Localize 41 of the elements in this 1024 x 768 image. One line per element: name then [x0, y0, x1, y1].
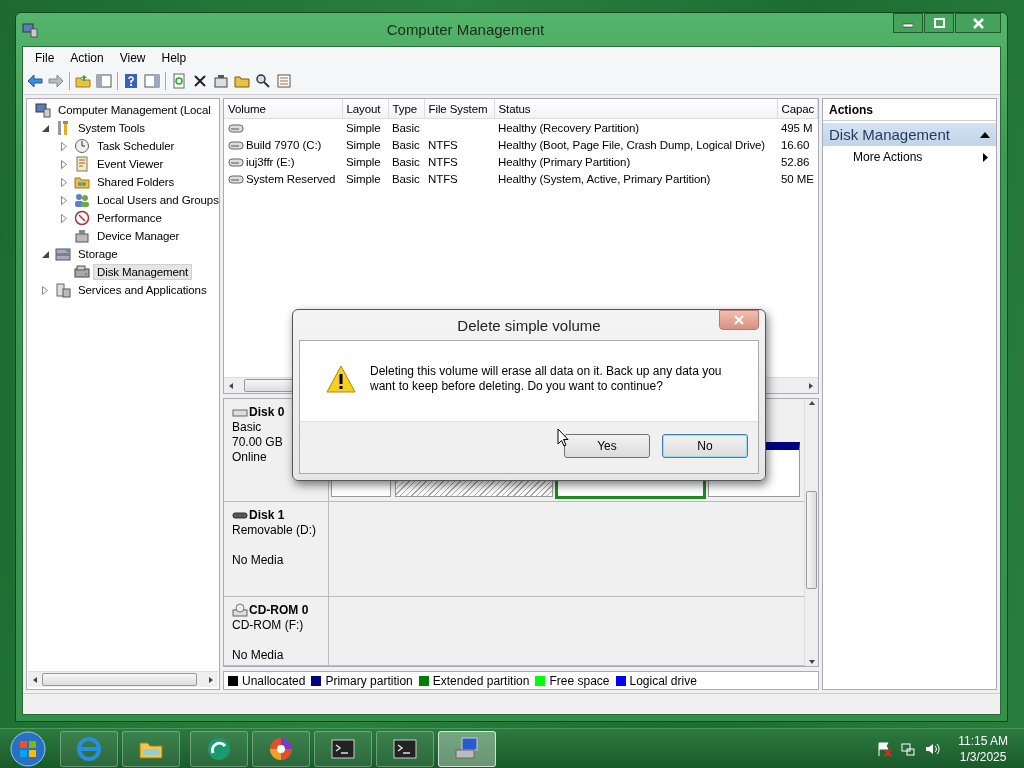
table-cell: 50 ME	[781, 172, 814, 185]
dialog-title: Delete simple volume	[456, 316, 602, 334]
table-cell: Build 7970 (C:)	[246, 138, 322, 151]
table-cell: Healthy (Boot, Page File, Crash Dump, Logical Drive)	[498, 138, 766, 151]
disk-status: Online	[232, 450, 268, 466]
legend-label: Logical drive	[629, 673, 697, 688]
table-cell: System Reserved	[246, 172, 336, 185]
table-cell: NTFS	[428, 172, 458, 185]
table-cell: Basic	[392, 172, 420, 185]
window-title: Computer Management	[385, 21, 546, 38]
legend-label: Free space	[549, 673, 610, 688]
disk-type: Removable (D:)	[232, 523, 318, 539]
disk-name: Disk 0	[249, 405, 285, 421]
table-cell: Basic	[392, 121, 420, 134]
table-cell: Simple	[346, 121, 381, 134]
table-cell: iuj3ffr (E:)	[246, 155, 295, 168]
table-cell: Simple	[346, 138, 381, 151]
disk-type: Basic	[232, 420, 263, 436]
dialog-message: Deleting this volume will erase all data on it. Back up any data you want to keep before deleting. Do you want to continue?	[370, 364, 723, 394]
table-cell: 52.86	[781, 155, 810, 168]
table-cell: 16.60	[781, 138, 810, 151]
table-cell: NTFS	[428, 138, 458, 151]
table-cell: NTFS	[428, 155, 458, 168]
disk-name: CD-ROM 0	[249, 602, 309, 618]
disk-status: No Media	[232, 553, 285, 569]
legend-label: Extended partition	[432, 673, 530, 688]
table-cell: Healthy (System, Active, Primary Partition)	[498, 172, 711, 185]
table-cell: Simple	[346, 172, 381, 185]
disk-status: No Media	[232, 647, 285, 663]
legend-label: Primary partition	[325, 673, 413, 688]
legend-label: Unallocated	[242, 673, 306, 688]
table-cell: Basic	[392, 155, 420, 168]
disk-type: CD-ROM (F:)	[232, 617, 305, 633]
table-cell: Healthy (Recovery Partition)	[498, 121, 639, 134]
table-cell: Healthy (Primary Partition)	[498, 155, 631, 168]
disk-name: Disk 1	[249, 508, 285, 524]
disk-size: 70.00 GB	[232, 435, 284, 451]
table-cell: Simple	[346, 155, 381, 168]
table-cell: Basic	[392, 138, 420, 151]
table-cell: 495 M	[781, 121, 813, 134]
actions-header: Actions	[823, 99, 996, 121]
